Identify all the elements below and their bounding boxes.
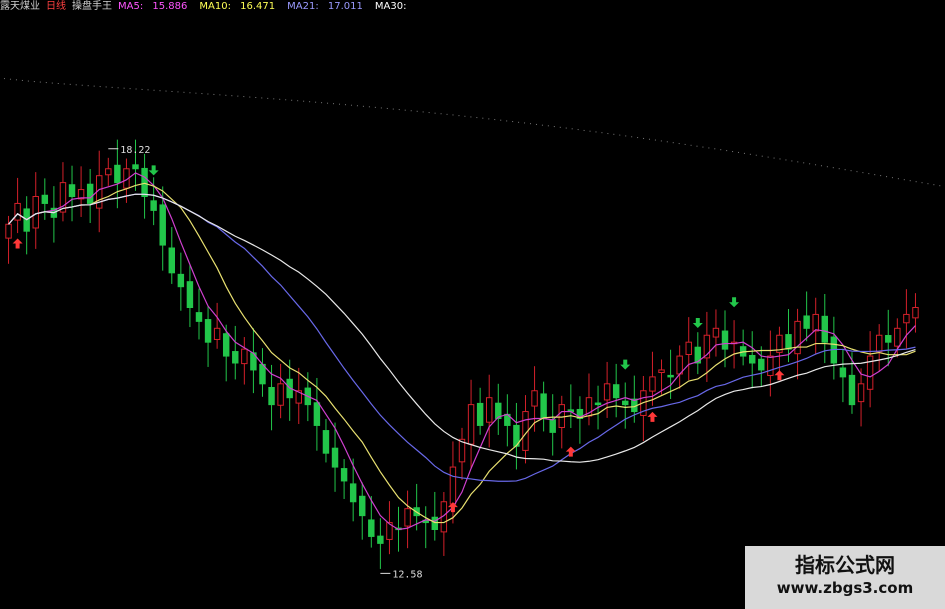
candle-down — [476, 402, 484, 426]
stock-name: 露天煤业 — [0, 1, 40, 12]
candle-down — [159, 204, 166, 246]
candle-up — [105, 168, 112, 176]
sell-arrow-icon — [148, 165, 159, 176]
low-price-label: 12.58 — [392, 569, 422, 580]
candle-down — [594, 402, 602, 406]
candle-down — [622, 400, 629, 406]
candle-down — [848, 374, 856, 406]
candle-up — [531, 390, 538, 407]
candle-down — [368, 519, 375, 537]
candle-down — [785, 334, 792, 350]
candle-down — [232, 351, 239, 364]
candle-up — [685, 341, 692, 355]
candle-down — [549, 419, 556, 433]
candle-down — [41, 194, 49, 204]
watermark: 指标公式网 www.zbgs3.com — [745, 546, 945, 609]
candlestick-chart: 18.22 12.58 — [3, 78, 945, 580]
candle-down — [114, 164, 121, 184]
candle-down — [839, 367, 847, 378]
candle-down — [758, 358, 765, 371]
candle-down — [885, 335, 892, 343]
candle-up — [894, 327, 901, 347]
candle-up — [857, 383, 865, 403]
watermark-url: www.zbgs3.com — [776, 579, 914, 597]
candle-up — [767, 355, 774, 376]
ma10-label: MA10: 16.471 — [199, 1, 276, 12]
high-price-label: 18.22 — [120, 145, 150, 156]
candle-down — [204, 319, 212, 343]
candle-up — [449, 466, 457, 505]
candle-up — [277, 383, 284, 406]
ma21-label: MA21: 17.011 — [287, 1, 363, 12]
period-label: 日线 — [46, 1, 66, 12]
candle-up — [658, 369, 665, 374]
candle-up — [912, 307, 919, 319]
candle-down — [168, 247, 176, 274]
candle-down — [222, 333, 230, 357]
candle-up — [603, 383, 611, 401]
candle-up — [812, 313, 819, 332]
indicator-name: 操盘手王 — [72, 1, 112, 12]
candle-down — [821, 315, 828, 343]
candle-up — [404, 508, 411, 527]
candle-down — [186, 281, 194, 309]
candle-down — [377, 535, 384, 544]
sell-arrow-icon — [692, 318, 703, 328]
candle-down — [132, 164, 139, 170]
candle-up — [558, 404, 565, 429]
candle-up — [5, 223, 12, 239]
candle-down — [177, 273, 185, 288]
buy-arrow-icon — [647, 411, 658, 422]
candle-down — [803, 315, 810, 329]
candle-down — [667, 374, 674, 378]
candle-down — [349, 483, 357, 503]
candle-up — [649, 376, 656, 392]
candle-up — [485, 397, 493, 423]
candle-down — [68, 184, 76, 198]
candle-down — [322, 430, 330, 454]
candle-down — [359, 495, 366, 517]
candle-down — [431, 516, 439, 530]
candle-down — [612, 384, 620, 399]
candle-down — [340, 468, 348, 482]
candle-down — [150, 200, 157, 211]
candle-up — [467, 404, 475, 445]
candle-down — [331, 447, 339, 468]
buy-arrow-icon — [565, 446, 576, 457]
chart-header: 露天煤业 日线 操盘手王 MA5: 15.886 MA10: 16.471 MA21: 1… — [0, 0, 945, 14]
candle-down — [268, 386, 275, 406]
buy-arrow-icon — [774, 370, 785, 381]
candle-up — [32, 196, 39, 229]
candle-down — [721, 330, 729, 350]
buy-arrow-icon — [12, 238, 23, 249]
candle-up — [875, 334, 883, 353]
watermark-title: 指标公式网 — [795, 553, 895, 577]
candle-down — [141, 167, 148, 197]
candle-up — [14, 202, 21, 221]
candle-down — [748, 354, 756, 364]
ma5-label: MA5: 15.886 — [118, 1, 188, 12]
candle-down — [195, 312, 203, 322]
candle-down — [86, 183, 94, 204]
sell-arrow-icon — [729, 297, 740, 308]
candle-up — [213, 327, 221, 340]
candle-down — [313, 402, 321, 426]
candle-up — [712, 327, 720, 338]
ma30-label: MA30: — [374, 1, 407, 12]
candle-up — [903, 313, 910, 324]
candle-up — [241, 348, 248, 365]
candle-down — [540, 393, 547, 420]
sell-arrow-icon — [620, 359, 631, 370]
